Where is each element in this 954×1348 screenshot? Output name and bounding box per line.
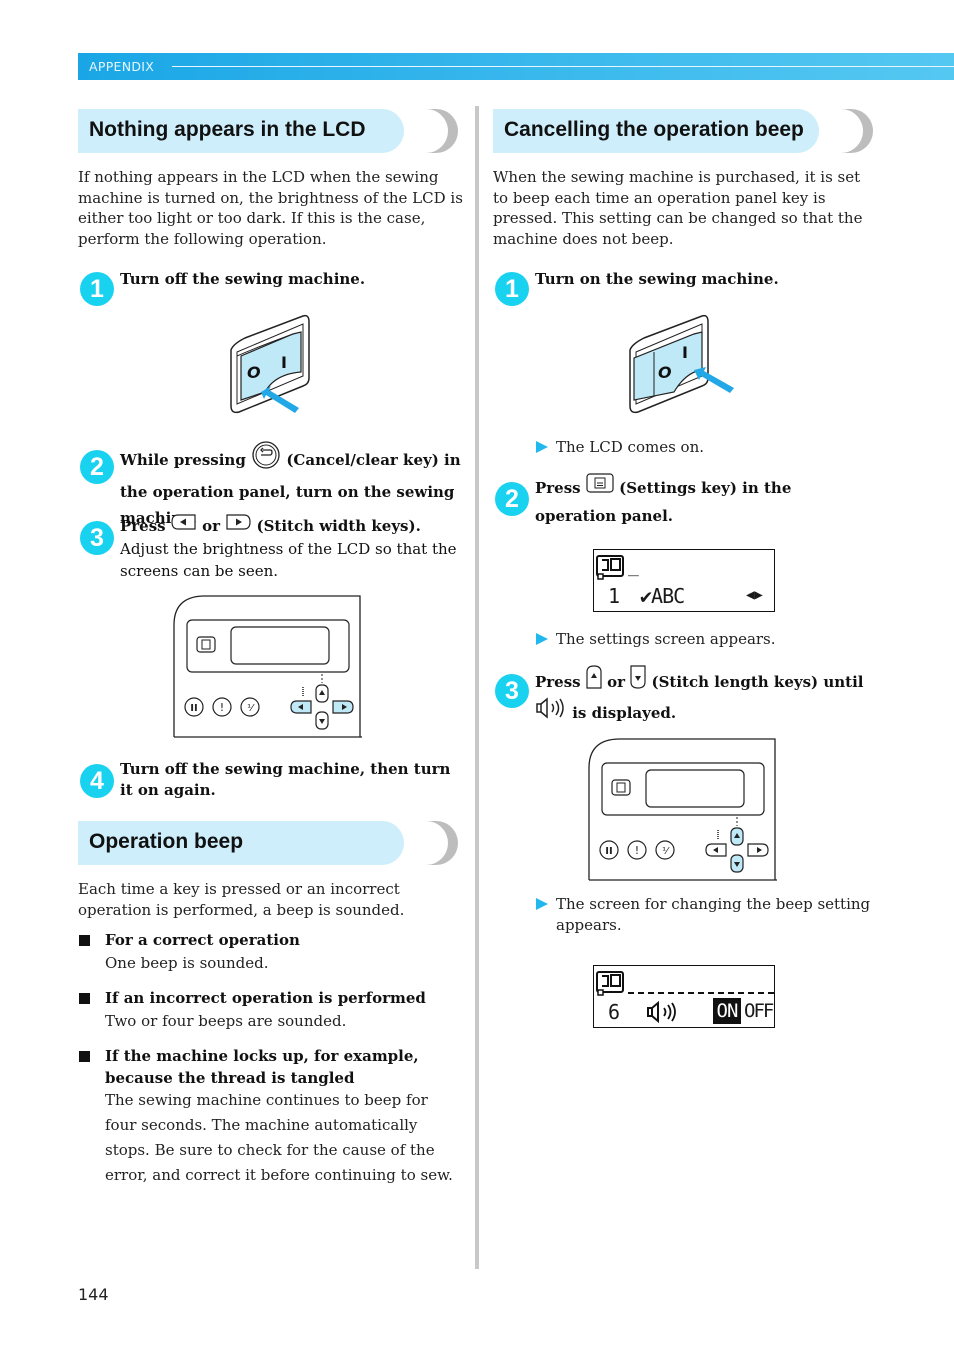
page-number: 144: [78, 1285, 109, 1304]
result-text: The settings screen appears.: [536, 629, 876, 650]
section-label: APPENDIX: [89, 59, 155, 74]
step-text: Turn off the sewing machine.: [120, 270, 366, 288]
switch-off-mark: O: [658, 363, 672, 382]
step-text-after: (Stitch width keys).: [256, 517, 421, 535]
bullet-square-icon: [79, 1051, 90, 1062]
or-text: or: [607, 673, 626, 691]
step-subtext: Adjust the brightness of the LCD so that…: [120, 540, 457, 580]
step-text-before: Press: [535, 479, 581, 497]
result-arrow-icon: [536, 633, 548, 645]
bullet-body: Two or four beeps are sounded.: [105, 1012, 347, 1030]
step-text-before: Press: [535, 673, 581, 691]
settings-key-icon: [586, 473, 614, 501]
speaker-beep-icon: [647, 1001, 676, 1023]
result-label: The screen for changing the beep setting…: [556, 895, 871, 934]
step-text-after: is displayed.: [572, 704, 677, 722]
or-text: or: [202, 517, 221, 535]
section-heading: Nothing appears in the LCD: [89, 118, 366, 141]
section-title-operation-beep: Operation beep: [78, 821, 458, 865]
operation-panel-illustration: II ! ⅟: [173, 595, 362, 738]
settings-key-icon: [611, 779, 631, 796]
bullet-heading: If an incorrect operation is performed: [79, 987, 465, 1009]
cursor-underscore: _: [628, 556, 639, 577]
bullet-heading: For a correct operation: [79, 929, 465, 951]
switch-on-mark: I: [682, 343, 688, 362]
result-text: The screen for changing the beep setting…: [536, 894, 876, 935]
result-text: The LCD comes on.: [536, 437, 876, 458]
step-number: 3: [495, 674, 529, 708]
svg-text:II: II: [605, 846, 612, 857]
lcd-settings-screen: _ 1 ✔ABC ◀▶: [593, 549, 775, 612]
step-text: Turn off the sewing machine, then turn i…: [120, 760, 451, 799]
intro-paragraph: When the sewing machine is purchased, it…: [493, 168, 863, 248]
stitch-width-right-key-icon: [225, 514, 251, 536]
section-heading: Operation beep: [89, 830, 244, 853]
result-label: The LCD comes on.: [556, 438, 705, 456]
bullet-square-icon: [79, 935, 90, 946]
result-label: The settings screen appears.: [556, 630, 776, 648]
bullet-square-icon: [79, 993, 90, 1004]
lcd-setting-value: ✔ABC: [640, 584, 685, 608]
section-title-cancelling-beep: Cancelling the operation beep: [493, 109, 873, 153]
stitch-width-left-key-icon: [171, 514, 197, 536]
svg-text:II: II: [190, 703, 197, 714]
section-heading: Cancelling the operation beep: [504, 118, 804, 141]
lcd-beep-screen: 6 ON OFF: [593, 965, 775, 1028]
operation-panel-illustration: II ! ⅟: [588, 738, 777, 881]
header-bar: APPENDIX: [78, 53, 954, 80]
header-rule: [172, 66, 954, 67]
step-text-mid: (Stitch length keys) until: [651, 673, 864, 691]
settings-key-icon: [196, 636, 216, 653]
intro-paragraph: Each time a key is pressed or an incorre…: [78, 880, 405, 919]
column-divider: [475, 106, 479, 1269]
step-number: 1: [80, 272, 114, 306]
result-arrow-icon: [536, 898, 548, 910]
bullet-heading-text: For a correct operation: [105, 931, 300, 949]
intro-paragraph: If nothing appears in the LCD when the s…: [78, 168, 463, 248]
step-text: Turn on the sewing machine.: [535, 270, 779, 288]
bullet-body: One beep is sounded.: [105, 954, 269, 972]
switch-on-mark: I: [281, 353, 287, 372]
step-text: Press or (Stitch length keys) until is d…: [535, 665, 880, 729]
svg-text:!: !: [220, 701, 224, 714]
step-number: 3: [80, 521, 114, 555]
bullet-heading-text: If the machine locks up, for example, be…: [105, 1047, 419, 1087]
beep-on-option-selected: ON: [713, 998, 741, 1024]
bullet-body: The sewing machine continues to beep for…: [105, 1091, 453, 1184]
step-number: 2: [495, 482, 529, 516]
lcd-dashed-line: [628, 992, 774, 994]
power-switch-on-illustration: O I: [629, 314, 734, 414]
step-text: Press or (Stitch width keys). Adjust the…: [120, 514, 465, 582]
step-text: Press (Settings key) in the operation pa…: [535, 473, 875, 529]
step-text-before: Press: [120, 517, 166, 535]
step-number: 4: [80, 764, 114, 798]
bullet-heading-text: If an incorrect operation is performed: [105, 989, 426, 1007]
stitch-length-up-key-icon: [586, 665, 602, 697]
lcd-setting-number: 6: [608, 1000, 621, 1024]
bullet-heading: If the machine locks up, for example, be…: [79, 1045, 455, 1089]
result-arrow-icon: [536, 441, 548, 453]
step-text-before: While pressing: [120, 451, 246, 469]
settings-mode-icon: [596, 971, 624, 996]
section-title-nothing-appears: Nothing appears in the LCD: [78, 109, 458, 153]
switch-off-mark: O: [247, 363, 261, 382]
stitch-length-down-key-icon: [630, 665, 646, 697]
lcd-setting-number: 1: [608, 584, 621, 608]
lcd-scroll-arrows-icon: ◀▶: [746, 587, 763, 603]
cancel-clear-key-icon: [251, 441, 281, 477]
step-number: 2: [80, 450, 114, 484]
step-number: 1: [495, 272, 529, 306]
svg-text:!: !: [635, 844, 639, 857]
settings-mode-icon: [596, 555, 624, 580]
beep-off-option: OFF: [744, 1000, 774, 1022]
power-switch-off-illustration: O I: [230, 314, 310, 414]
speaker-beep-icon: [535, 697, 567, 727]
